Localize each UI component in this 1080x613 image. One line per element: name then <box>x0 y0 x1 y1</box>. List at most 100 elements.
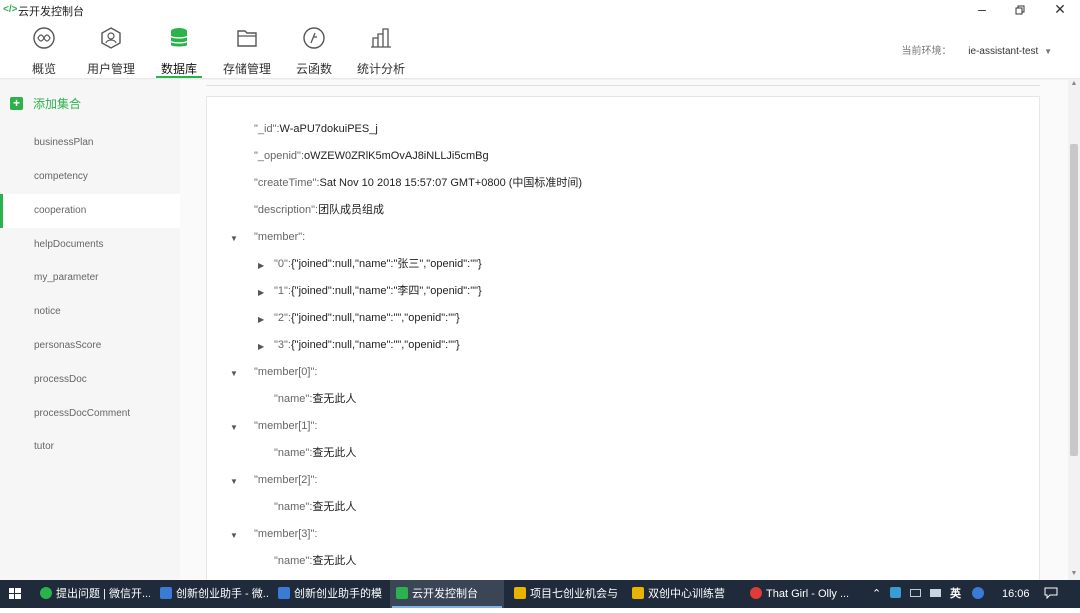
document-panel: "_id":W-aPU7dokuiPES_j "_openid":oWZEW0Z… <box>180 80 1068 580</box>
start-button[interactable] <box>0 580 30 608</box>
taskbar-item-active[interactable]: 云开发控制台 <box>390 580 504 608</box>
field-value: 查无此人 <box>312 555 357 567</box>
nav-cloud-functions[interactable]: 云函数 <box>294 26 334 78</box>
expand-arrow-icon[interactable]: ▶ <box>258 288 264 297</box>
member-item[interactable]: "2":{"joined":null,"name":"","openid":""… <box>274 310 460 326</box>
restore-icon <box>1015 5 1025 15</box>
network-icon[interactable] <box>930 580 941 608</box>
chevron-up-icon[interactable]: ⌃ <box>872 580 881 608</box>
field-key: "member": <box>254 231 306 243</box>
monitor-icon[interactable] <box>910 580 921 608</box>
window-title: 云开发控制台 <box>18 6 84 18</box>
add-collection-button[interactable]: + 添加集合 <box>10 95 81 111</box>
scroll-down-icon[interactable]: ▼ <box>1068 570 1080 580</box>
collection-item[interactable]: processDoc <box>0 363 180 397</box>
field-key: "3": <box>274 339 291 351</box>
field-member[interactable]: "member": <box>254 229 305 245</box>
collection-item[interactable]: my_parameter <box>0 261 180 295</box>
collapse-arrow-icon[interactable]: ▼ <box>230 369 238 378</box>
nav-label: 数据库 <box>160 62 197 76</box>
field-member-entry[interactable]: "member[0]": <box>254 364 317 380</box>
expand-arrow-icon[interactable]: ▶ <box>258 315 264 324</box>
ime-icon[interactable] <box>972 580 984 608</box>
close-button[interactable]: ✕ <box>1040 0 1080 20</box>
field-value: W-aPU7dokuiPES_j <box>279 123 378 135</box>
field-value: Sat Nov 10 2018 15:57:07 GMT+0800 (中国标准时… <box>319 177 583 189</box>
taskbar: 提出问题 | 微信开... 创新创业助手 - 微... 创新创业助手的模 云开发… <box>0 580 1080 608</box>
notification-icon[interactable] <box>1044 580 1058 608</box>
overview-icon <box>33 27 55 49</box>
taskbar-item[interactable]: That Girl - Olly ... <box>744 580 858 608</box>
toolbar-edge <box>206 80 1040 86</box>
field-member-entry[interactable]: "member[1]": <box>254 418 317 434</box>
collection-item[interactable]: personasScore <box>0 329 180 363</box>
folder-icon <box>514 587 526 599</box>
vertical-scrollbar[interactable]: ▲ ▼ <box>1068 80 1080 580</box>
collection-item[interactable]: helpDocuments <box>0 228 180 262</box>
taskbar-item-label: 创新创业助手 - 微... <box>176 588 268 600</box>
nav-label: 统计分析 <box>356 62 405 76</box>
nav-label: 存储管理 <box>222 62 271 76</box>
expand-arrow-icon[interactable]: ▶ <box>258 342 264 351</box>
top-nav: 概览 用户管理 数据库 存储管理 云函数 统计分析 当前环境： ie-assis… <box>0 20 1080 78</box>
field-openid[interactable]: "_openid":oWZEW0ZRlK5mOvAJ8iNLLJi5cmBg <box>254 148 489 164</box>
field-createtime[interactable]: "createTime":Sat Nov 10 2018 15:57:07 GM… <box>254 175 582 191</box>
field-name[interactable]: "name":查无此人 <box>274 553 356 569</box>
collapse-arrow-icon[interactable]: ▼ <box>230 423 238 432</box>
field-key: "name": <box>274 555 313 567</box>
devtools-icon <box>160 587 172 599</box>
field-key: "name": <box>274 501 313 513</box>
field-member-entry[interactable]: "member[3]": <box>254 526 317 542</box>
field-value: oWZEW0ZRlK5mOvAJ8iNLLJi5cmBg <box>304 150 489 162</box>
field-description[interactable]: "description":团队成员组成 <box>254 202 384 218</box>
field-value: {"joined":null,"name":"李四","openid":""} <box>290 285 482 297</box>
field-name[interactable]: "name":查无此人 <box>274 499 356 515</box>
collection-item[interactable]: competency <box>0 160 180 194</box>
collection-item[interactable]: notice <box>0 295 180 329</box>
minimize-button[interactable]: – <box>962 0 1002 20</box>
taskbar-item[interactable]: 创新创业助手的模 <box>272 580 386 608</box>
title-bar: </> 云开发控制台 – ✕ <box>0 0 1080 20</box>
environment-selector[interactable]: 当前环境： ie-assistant-test ▼ <box>901 42 1052 57</box>
taskbar-item[interactable]: 创新创业助手 - 微... <box>154 580 268 608</box>
nav-database[interactable]: 数据库 <box>156 26 202 78</box>
member-item[interactable]: "0":{"joined":null,"name":"张三","openid":… <box>274 256 482 272</box>
member-item[interactable]: "3":{"joined":null,"name":"","openid":""… <box>274 337 460 353</box>
taskbar-item[interactable]: 提出问题 | 微信开... <box>34 580 150 608</box>
taskbar-item[interactable]: 双创中心训练营 <box>626 580 740 608</box>
member-item[interactable]: "1":{"joined":null,"name":"李四","openid":… <box>274 283 482 299</box>
field-member-entry[interactable]: "member[2]": <box>254 472 317 488</box>
field-key: "2": <box>274 312 291 324</box>
collection-item[interactable]: businessPlan <box>0 126 180 160</box>
collection-item-active[interactable]: cooperation <box>0 194 180 228</box>
field-id[interactable]: "_id":W-aPU7dokuiPES_j <box>254 121 378 137</box>
nav-storage[interactable]: 存储管理 <box>222 26 272 78</box>
tray-app-icon[interactable] <box>890 580 901 608</box>
field-key: "_openid": <box>254 150 305 162</box>
field-name[interactable]: "name":查无此人 <box>274 445 356 461</box>
expand-arrow-icon[interactable]: ▶ <box>258 261 264 270</box>
taskbar-item-label: That Girl - Olly ... <box>766 588 850 600</box>
restore-button[interactable] <box>1000 0 1040 20</box>
scroll-thumb[interactable] <box>1070 144 1078 456</box>
field-value: 团队成员组成 <box>318 204 385 216</box>
taskbar-item-label: 项目七创业机会与 <box>530 588 618 600</box>
scroll-up-icon[interactable]: ▲ <box>1068 80 1080 90</box>
taskbar-item[interactable]: 项目七创业机会与 <box>508 580 622 608</box>
clock[interactable]: 16:06 <box>1002 580 1030 608</box>
collection-item[interactable]: tutor <box>0 430 180 464</box>
collapse-arrow-icon[interactable]: ▼ <box>230 477 238 486</box>
nav-statistics[interactable]: 统计分析 <box>356 26 406 78</box>
env-value: ie-assistant-test <box>968 46 1039 57</box>
collection-item[interactable]: processDocComment <box>0 397 180 431</box>
field-name[interactable]: "name":查无此人 <box>274 391 356 407</box>
collapse-arrow-icon[interactable]: ▼ <box>230 234 238 243</box>
nav-overview[interactable]: 概览 <box>28 26 60 78</box>
input-method-indicator[interactable]: 英 <box>950 580 961 608</box>
field-key: "member[3]": <box>254 528 318 540</box>
field-key: "name": <box>274 393 313 405</box>
field-value: 查无此人 <box>312 393 357 405</box>
taskbar-item-label: 创新创业助手的模 <box>294 588 382 600</box>
nav-user-management[interactable]: 用户管理 <box>86 26 136 78</box>
collapse-arrow-icon[interactable]: ▼ <box>230 531 238 540</box>
